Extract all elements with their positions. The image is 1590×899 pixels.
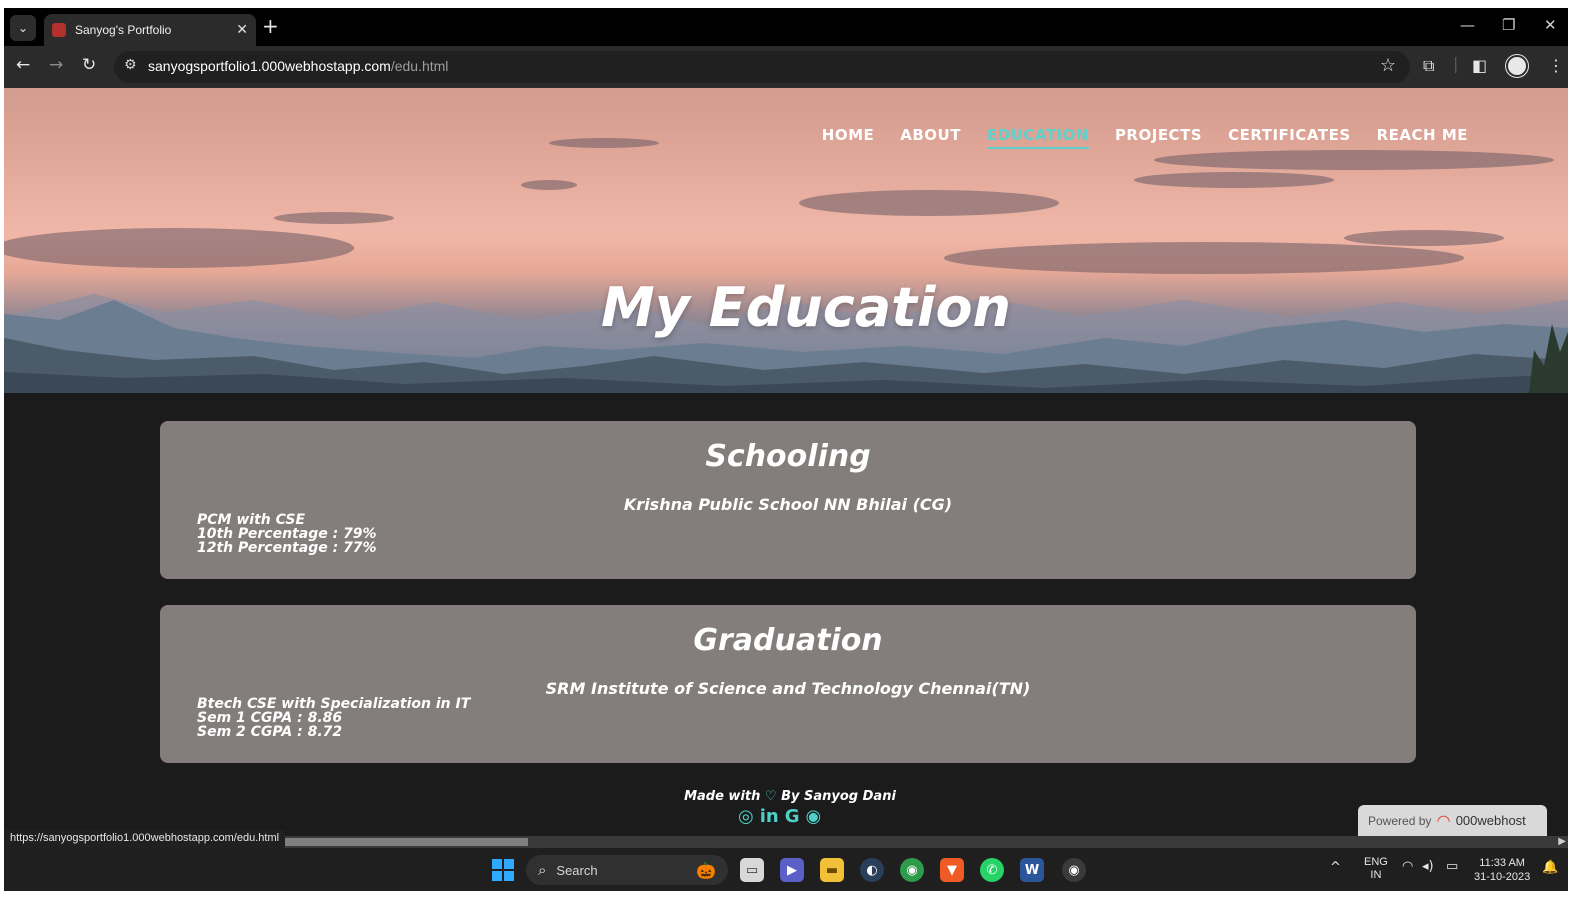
card-detail-line: PCM with CSE [197,512,306,528]
site-info-icon[interactable]: ⚙ [124,57,137,73]
nav-certificates[interactable]: CERTIFICATES [1228,126,1351,149]
graduation-card: Graduation SRM Institute of Science and … [160,605,1416,763]
site-favicon-icon [52,23,66,37]
powered-by-brand: 000webhost [1455,813,1526,828]
close-tab-icon[interactable]: ✕ [236,22,248,38]
card-details: Btech CSE with Specialization in IT Sem … [197,697,470,739]
footer-author: By Sanyog Dani [781,789,896,804]
card-heading: Schooling [705,439,871,474]
nav-about[interactable]: ABOUT [900,126,961,149]
reload-icon[interactable]: ↻ [82,55,96,75]
url-host: sanyogsportfolio1.000webhostapp.com [148,58,391,74]
github-icon[interactable]: ◉ [805,806,821,827]
language-indicator[interactable]: ENG IN [1364,856,1388,882]
forward-icon[interactable]: → [49,55,63,75]
profile-avatar-icon[interactable] [1506,55,1528,77]
social-links: ◎ in G ◉ [738,806,821,827]
card-detail-line: 10th Percentage : 79% [197,526,377,542]
search-label: Search [556,862,598,878]
taskbar-search[interactable]: ⌕ Search 🎃 [526,855,728,885]
chevron-down-icon: ⌄ [17,21,29,35]
site-nav: HOME ABOUT EDUCATION PROJECTS CERTIFICAT… [822,126,1468,149]
steam-icon[interactable]: ◐ [860,858,884,882]
chrome-profile-icon[interactable]: ◉ [1062,858,1086,882]
windows-taskbar: ⌕ Search 🎃 ▭ ▶ ▬ ◐ ◉ ▼ ✆ W ◉ ^ ENG IN ◠ … [4,848,1568,891]
restore-icon[interactable]: ❐ [1502,16,1515,34]
search-highlight-icon: 🎃 [696,860,716,880]
task-view-icon[interactable]: ▭ [740,858,764,882]
nav-reach-me[interactable]: REACH ME [1377,126,1468,149]
url-path: /edu.html [390,58,449,74]
footer-made-with: Made with [684,789,761,804]
webhost-logo-icon: ◠ [1437,811,1450,830]
chrome-icon[interactable]: ◉ [900,858,924,882]
url-text[interactable]: sanyogsportfolio1.000webhostapp.com/edu.… [148,58,448,74]
page-viewport: HOME ABOUT EDUCATION PROJECTS CERTIFICAT… [4,88,1568,836]
status-bar-url: https://sanyogsportfolio1.000webhostapp.… [4,830,286,848]
brave-icon[interactable]: ▼ [940,858,964,882]
footer-credit: Made with ♡ By Sanyog Dani [4,789,1568,804]
card-detail-line: Sem 1 CGPA : 8.86 [197,710,343,726]
battery-icon[interactable]: ▭ [1446,859,1458,874]
nav-projects[interactable]: PROJECTS [1115,126,1202,149]
windows-start-icon[interactable] [492,859,514,881]
language-code: ENG [1364,856,1388,868]
minimize-icon[interactable]: — [1460,16,1475,34]
tab-search-dropdown[interactable]: ⌄ [10,15,36,41]
linkedin-icon[interactable]: in [760,806,779,827]
tab-portfolio[interactable]: Sanyog's Portfolio ✕ [44,14,256,46]
schooling-card: Schooling Krishna Public School NN Bhila… [160,421,1416,579]
card-detail-line: 12th Percentage : 77% [197,540,377,556]
hero-banner: HOME ABOUT EDUCATION PROJECTS CERTIFICAT… [4,88,1568,393]
file-explorer-icon[interactable]: ▬ [820,858,844,882]
card-institution: Krishna Public School NN Bhilai (CG) [623,495,953,514]
clock-date: 31-10-2023 [1474,871,1531,883]
toolbar-divider: | [1453,54,1459,73]
powered-by-badge[interactable]: Powered by ◠ 000webhost [1358,805,1547,836]
card-detail-line: Btech CSE with Specialization in IT [197,696,471,712]
side-panel-icon[interactable]: ◧ [1472,56,1487,75]
card-details: PCM with CSE 10th Percentage : 79% 12th … [197,513,377,555]
whatsapp-icon[interactable]: ✆ [980,858,1004,882]
tab-strip: ⌄ Sanyog's Portfolio ✕ + — ❐ ✕ [4,8,1568,46]
browser-window: ⌄ Sanyog's Portfolio ✕ + — ❐ ✕ ← → ↻ ⚙ s… [4,8,1568,891]
bookmark-star-icon[interactable]: ☆ [1380,55,1396,76]
card-heading: Graduation [693,623,883,658]
page-title: My Education [600,276,1012,339]
word-icon[interactable]: W [1020,858,1044,882]
close-window-icon[interactable]: ✕ [1544,16,1557,34]
powered-by-label: Powered by [1368,813,1432,828]
clock-time: 11:33 AM [1479,857,1525,869]
nav-home[interactable]: HOME [822,126,874,149]
scroll-right-icon[interactable]: ▶ [1558,836,1566,847]
browser-toolbar: ← → ↻ ⚙ sanyogsportfolio1.000webhostapp.… [4,46,1568,88]
search-icon: ⌕ [538,861,547,879]
nav-education[interactable]: EDUCATION [986,126,1089,149]
meet-icon[interactable]: ▶ [780,858,804,882]
system-clock[interactable]: 11:33 AM 31-10-2023 [1474,856,1530,884]
extensions-icon[interactable]: ⧉ [1423,56,1434,76]
volume-icon[interactable]: ◂) [1422,859,1434,874]
new-tab-button[interactable]: + [262,14,279,38]
back-icon[interactable]: ← [16,55,30,75]
region-code: IN [1370,869,1382,881]
notification-bell-icon[interactable]: 🔔 [1542,860,1558,875]
show-hidden-icons-icon[interactable]: ^ [1330,860,1341,875]
wifi-icon[interactable]: ◠ [1402,859,1413,874]
card-detail-line: Sem 2 CGPA : 8.72 [197,724,343,740]
menu-kebab-icon[interactable]: ⋮ [1548,56,1564,75]
instagram-icon[interactable]: ◎ [738,806,754,827]
tab-title: Sanyog's Portfolio [75,23,172,37]
heart-icon: ♡ [764,789,777,804]
address-bar[interactable]: ⚙ sanyogsportfolio1.000webhostapp.com/ed… [114,51,1410,83]
google-icon[interactable]: G [785,806,800,827]
